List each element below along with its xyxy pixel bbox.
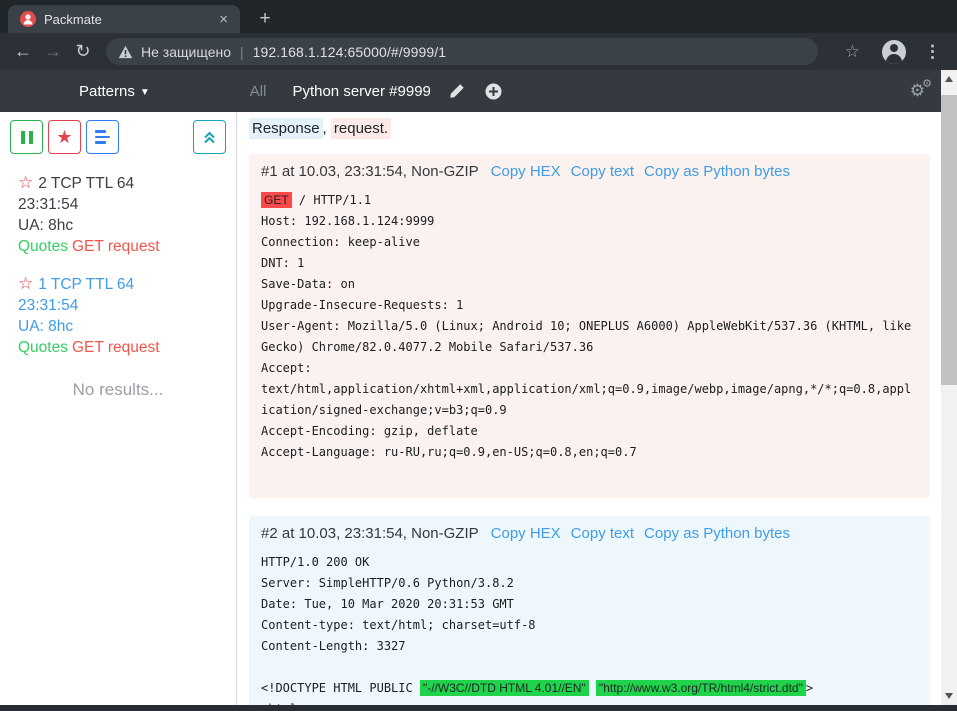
copy-action-link[interactable]: Copy HEX (491, 525, 561, 542)
app-header: Patterns▼ All Python server #9999 ⚙⚙ (0, 70, 941, 112)
packet-title: #1 at 10.03, 23:31:54, Non-GZIP (261, 163, 479, 180)
packet-header: #1 at 10.03, 23:31:54, Non-GZIP Copy HEX C… (261, 163, 918, 180)
collapse-sidebar-button[interactable] (193, 120, 226, 154)
stream-user-agent: UA: 8hc (18, 316, 226, 337)
packet-line: Accept: text/html,application/xhtml+xml,… (261, 358, 918, 421)
packet-line: <!DOCTYPE HTML PUBLIC "-//W3C//DTD HTML … (261, 678, 918, 699)
stream-patterns: QuotesGET request (18, 236, 226, 257)
copy-action-link[interactable]: Copy as Python bytes (644, 525, 790, 542)
pattern-match-highlight: GET (261, 192, 292, 208)
address-bar[interactable]: Не защищено | 192.168.1.124:65000/#/9999… (106, 38, 818, 65)
copy-action-link[interactable]: Copy HEX (491, 163, 561, 180)
tab-title: Packmate (44, 12, 215, 27)
packet-body: GET / HTTP/1.1Host: 192.168.1.124:9999Co… (261, 190, 918, 484)
stream-item[interactable]: ☆1 TCP TTL 6423:31:54UA: 8hcQuotesGET re… (18, 273, 226, 358)
packet-line: Date: Tue, 10 Mar 2020 20:31:53 GMT (261, 594, 918, 615)
packet-line (261, 463, 918, 484)
stream-detail-pane: Response, request. #1 at 10.03, 23:31:54… (238, 112, 941, 705)
bookmark-star-icon[interactable]: ☆ (833, 42, 872, 62)
stream-title-text: 1 TCP TTL 64 (38, 276, 134, 293)
add-service-icon[interactable] (485, 83, 502, 100)
stream-title: ☆ 1 TCP TTL 64 (18, 273, 226, 295)
matched-patterns-line: Response, request. (249, 120, 930, 146)
close-tab-icon[interactable]: × (215, 11, 232, 28)
packet-line: Host: 192.168.1.124:9999 (261, 211, 918, 232)
stream-title-text: 2 TCP TTL 64 (38, 175, 134, 192)
packet-card: #1 at 10.03, 23:31:54, Non-GZIP Copy HEX C… (249, 154, 930, 498)
new-tab-button[interactable]: + (252, 6, 278, 32)
scrollbar-thumb[interactable] (941, 95, 957, 385)
stream-list-button[interactable] (86, 120, 119, 154)
service-tab-all[interactable]: All (250, 83, 267, 100)
pattern-tag: Quotes (18, 339, 68, 356)
back-icon[interactable]: ← (8, 41, 38, 62)
stream-time: 23:31:54 (18, 295, 226, 316)
pattern-match-highlight: "-//W3C//DTD HTML 4.01//EN" (420, 680, 589, 696)
copy-action-link[interactable]: Copy text (571, 525, 634, 542)
profile-avatar-icon[interactable] (882, 40, 906, 64)
packet-line: Server: SimpleHTTP/0.6 Python/3.8.2 (261, 573, 918, 594)
packet-line: Accept-Encoding: gzip, deflate (261, 421, 918, 442)
security-status-label[interactable]: Не защищено (141, 44, 231, 60)
browser-toolbar: ← → ↻ Не защищено | 192.168.1.124:65000/… (0, 33, 957, 70)
packet-line: HTTP/1.0 200 OK (261, 552, 918, 573)
pause-capture-button[interactable] (10, 120, 43, 154)
not-secure-warning-icon (118, 45, 133, 59)
service-tab-active[interactable]: Python server #9999 (292, 83, 430, 100)
packmate-favicon-icon (20, 11, 36, 27)
packet-body: HTTP/1.0 200 OKServer: SimpleHTTP/0.6 Py… (261, 552, 918, 705)
pattern-tag: GET request (72, 339, 160, 356)
stream-time: 23:31:54 (18, 194, 226, 215)
streams-sidebar: ★ ☆2 TCP TTL 6423:31:54UA: 8hcQuotesGET … (0, 112, 237, 705)
packet-line: User-Agent: Mozilla/5.0 (Linux; Android … (261, 316, 918, 358)
favorites-filter-button[interactable]: ★ (48, 120, 81, 154)
window-bottom-edge (0, 705, 957, 711)
matched-pattern-label: Response (249, 118, 323, 139)
scroll-up-icon[interactable] (941, 72, 957, 86)
stream-title: ☆ 2 TCP TTL 64 (18, 172, 226, 194)
packet-header: #2 at 10.03, 23:31:54, Non-GZIP Copy HEX C… (261, 525, 918, 542)
packet-line: Accept-Language: ru-RU,ru;q=0.9,en-US;q=… (261, 442, 918, 463)
packet-card: #2 at 10.03, 23:31:54, Non-GZIP Copy HEX C… (249, 516, 930, 705)
packet-line: Content-Length: 3327 (261, 636, 918, 657)
stream-user-agent: UA: 8hc (18, 215, 226, 236)
packet-line: DNT: 1 (261, 253, 918, 274)
forward-icon[interactable]: → (38, 41, 68, 62)
favorite-star-icon[interactable]: ☆ (18, 173, 33, 192)
browser-tab-strip: Packmate × + (0, 0, 957, 33)
matched-pattern-label: , (323, 120, 331, 137)
matched-pattern-label: request. (331, 118, 391, 139)
page-content: ★ ☆2 TCP TTL 6423:31:54UA: 8hcQuotesGET … (0, 112, 941, 705)
packet-line (261, 657, 918, 678)
packet-line: Upgrade-Insecure-Requests: 1 (261, 295, 918, 316)
stream-patterns: QuotesGET request (18, 337, 226, 358)
packet-line: GET / HTTP/1.1 (261, 190, 918, 211)
omnibox-separator: | (240, 44, 244, 60)
favorite-star-icon[interactable]: ☆ (18, 274, 33, 293)
edit-service-icon[interactable] (449, 83, 465, 99)
pattern-tag: GET request (72, 238, 160, 255)
scroll-down-icon[interactable] (941, 689, 957, 703)
copy-action-link[interactable]: Copy text (571, 163, 634, 180)
packet-line: Content-type: text/html; charset=utf-8 (261, 615, 918, 636)
packet-title: #2 at 10.03, 23:31:54, Non-GZIP (261, 525, 479, 542)
stream-item[interactable]: ☆2 TCP TTL 6423:31:54UA: 8hcQuotesGET re… (18, 172, 226, 257)
pattern-tag: Quotes (18, 238, 68, 255)
chevron-down-icon: ▼ (140, 87, 150, 98)
page-scrollbar[interactable] (941, 70, 957, 705)
double-chevron-up-icon (202, 130, 217, 145)
url-text[interactable]: 192.168.1.124:65000/#/9999/1 (253, 44, 447, 60)
reload-icon[interactable]: ↻ (68, 41, 98, 62)
stream-list: ☆2 TCP TTL 6423:31:54UA: 8hcQuotesGET re… (0, 160, 236, 358)
no-results-label: No results... (0, 380, 236, 400)
packet-line: Save-Data: on (261, 274, 918, 295)
settings-gears-icon[interactable]: ⚙⚙ (910, 81, 925, 101)
browser-tab[interactable]: Packmate × (8, 5, 240, 33)
sidebar-toolbar: ★ (0, 112, 236, 160)
patterns-dropdown[interactable]: Patterns▼ (79, 83, 150, 100)
browser-menu-icon[interactable]: ⋮ (916, 42, 949, 62)
packet-line: Connection: keep-alive (261, 232, 918, 253)
copy-action-link[interactable]: Copy as Python bytes (644, 163, 790, 180)
pattern-match-highlight: "http://www.w3.org/TR/html4/strict.dtd" (596, 680, 806, 696)
